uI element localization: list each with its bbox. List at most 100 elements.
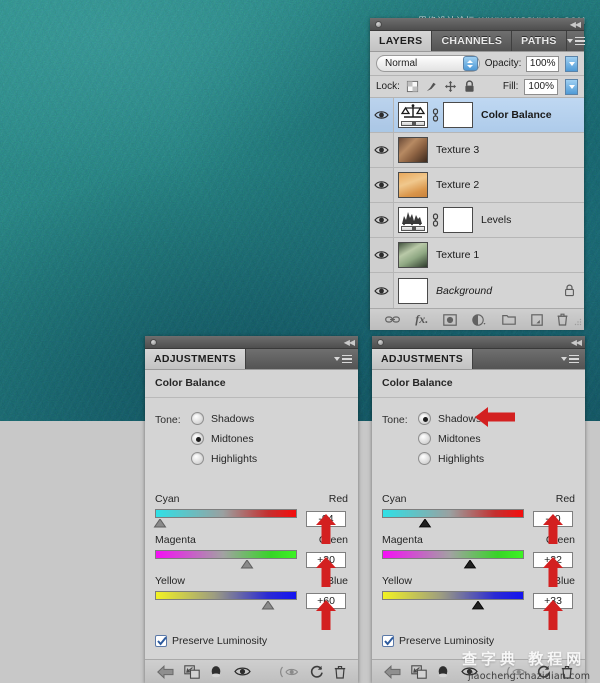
resize-grip-icon[interactable]	[574, 318, 582, 326]
link-mask-icon[interactable]	[431, 108, 440, 122]
slider-track-magenta-green[interactable]	[155, 550, 297, 559]
clip-to-layer-icon[interactable]	[411, 665, 427, 679]
collapse-panel-icon[interactable]: ◀◀	[570, 20, 580, 29]
slider-red-label: Red	[556, 493, 575, 505]
radio-highlights-label: Highlights	[211, 453, 257, 465]
slider-thumb-yellow-blue[interactable]	[262, 601, 275, 610]
slider-thumb-magenta-green[interactable]	[463, 560, 476, 569]
layer-mask-thumbnail[interactable]	[443, 207, 473, 233]
layer-visibility-toggle[interactable]	[370, 203, 394, 237]
tab-channels[interactable]: CHANNELS	[432, 31, 512, 51]
adjustments-right-menu-icon[interactable]	[561, 349, 585, 369]
eye-icon	[374, 145, 389, 155]
radio-midtones[interactable]: Midtones	[191, 432, 257, 445]
layer-thumbnail-levels[interactable]	[398, 207, 428, 233]
slider-track-magenta-green[interactable]	[382, 550, 524, 559]
fill-input[interactable]: 100%	[524, 79, 558, 95]
layer-visibility-toggle[interactable]	[370, 133, 394, 167]
new-layer-icon[interactable]	[531, 314, 543, 326]
new-group-icon[interactable]	[502, 314, 516, 325]
lock-position-icon[interactable]	[444, 80, 457, 93]
layer-visibility-toggle[interactable]	[370, 98, 394, 132]
table-row[interactable]: Texture 2	[370, 168, 584, 203]
layer-thumbnail-color-balance[interactable]	[398, 102, 428, 128]
blend-mode-value: Normal	[385, 58, 417, 69]
slider-track-yellow-blue[interactable]	[382, 591, 524, 600]
chevron-down-icon	[334, 357, 340, 361]
adjustments-left-titlebar[interactable]: ◀◀	[145, 336, 358, 349]
tab-adjustments[interactable]: ADJUSTMENTS	[145, 349, 246, 369]
radio-shadows[interactable]: Shadows	[191, 412, 257, 425]
new-adjustment-layer-icon[interactable]	[472, 314, 487, 326]
layer-thumbnail-texture-3[interactable]	[398, 137, 428, 163]
slider-thumb-cyan-red[interactable]	[154, 519, 167, 528]
blend-mode-row: Normal Opacity: 100%	[370, 52, 584, 76]
preserve-luminosity-row[interactable]: Preserve Luminosity	[382, 635, 494, 647]
table-row[interactable]: Color Balance	[370, 98, 584, 133]
layer-thumbnail-texture-1[interactable]	[398, 242, 428, 268]
radio-highlights[interactable]: Highlights	[418, 452, 484, 465]
preserve-luminosity-row[interactable]: Preserve Luminosity	[155, 635, 267, 647]
opacity-input[interactable]: 100%	[526, 56, 559, 72]
lock-transparent-pixels-icon[interactable]	[406, 80, 419, 93]
preserve-luminosity-checkbox[interactable]	[382, 635, 394, 647]
chevron-down-icon	[567, 39, 573, 43]
opacity-dropdown-icon[interactable]	[565, 56, 578, 72]
collapse-panel-icon[interactable]: ◀◀	[344, 338, 354, 347]
toggle-layer-visibility-icon[interactable]	[210, 665, 222, 679]
layer-mask-thumbnail[interactable]	[443, 102, 473, 128]
view-previous-state-icon[interactable]	[280, 666, 300, 678]
table-row[interactable]: Background	[370, 273, 584, 308]
tab-adjustments[interactable]: ADJUSTMENTS	[372, 349, 473, 369]
layers-panel-titlebar[interactable]: ◀◀	[370, 18, 584, 31]
layer-name: Background	[436, 285, 492, 297]
slider-track-cyan-red[interactable]	[382, 509, 524, 518]
link-layers-icon[interactable]	[385, 314, 400, 325]
clip-to-layer-icon[interactable]	[184, 665, 200, 679]
table-row[interactable]: Levels	[370, 203, 584, 238]
link-mask-icon[interactable]	[431, 213, 440, 227]
tab-layers[interactable]: LAYERS	[370, 31, 432, 51]
adjustments-right-titlebar[interactable]: ◀◀	[372, 336, 585, 349]
radio-highlights[interactable]: Highlights	[191, 452, 257, 465]
layers-panel-body: Normal Opacity: 100% Lock:	[370, 52, 584, 330]
slider-track-cyan-red[interactable]	[155, 509, 297, 518]
reset-adjustment-icon[interactable]	[310, 665, 324, 679]
table-row[interactable]: Texture 3	[370, 133, 584, 168]
slider-track-yellow-blue[interactable]	[155, 591, 297, 600]
fill-dropdown-icon[interactable]	[565, 79, 578, 95]
table-row[interactable]: Texture 1	[370, 238, 584, 273]
add-layer-mask-icon[interactable]	[443, 314, 457, 326]
layer-list: Color Balance Texture 3	[370, 98, 584, 308]
lock-all-icon[interactable]	[463, 80, 476, 93]
collapse-panel-icon[interactable]: ◀◀	[571, 338, 581, 347]
delete-layer-icon[interactable]	[557, 313, 568, 326]
layer-thumbnail-background[interactable]	[398, 278, 428, 304]
layer-visibility-toggle[interactable]	[370, 273, 394, 308]
layer-style-fx-icon[interactable]: fx.	[415, 312, 428, 327]
slider-thumb-cyan-red[interactable]	[419, 519, 432, 528]
layer-visibility-toggle[interactable]	[370, 238, 394, 272]
blend-mode-select[interactable]: Normal	[376, 55, 480, 72]
layer-thumbnail-texture-2[interactable]	[398, 172, 428, 198]
delete-adjustment-icon[interactable]	[334, 665, 346, 679]
adjustments-left-menu-icon[interactable]	[334, 349, 358, 369]
slider-thumb-yellow-blue[interactable]	[472, 601, 485, 610]
tab-adjustments-label: ADJUSTMENTS	[381, 353, 463, 365]
adjustment-type-title: Color Balance	[372, 370, 585, 397]
tab-paths[interactable]: PATHS	[512, 31, 567, 51]
checkmark-icon	[156, 635, 168, 647]
lock-image-pixels-icon[interactable]	[425, 80, 438, 93]
preview-eye-icon[interactable]	[234, 666, 251, 677]
layers-panel-menu-icon[interactable]	[567, 31, 591, 51]
return-to-adjustment-list-icon[interactable]	[384, 665, 401, 679]
return-to-adjustment-list-icon[interactable]	[157, 665, 174, 679]
layer-visibility-toggle[interactable]	[370, 168, 394, 202]
blend-mode-stepper-icon[interactable]	[463, 56, 478, 71]
toggle-layer-visibility-icon[interactable]	[437, 665, 449, 679]
preserve-luminosity-checkbox[interactable]	[155, 635, 167, 647]
tab-layers-label: LAYERS	[379, 35, 422, 47]
radio-button-icon	[191, 412, 204, 425]
radio-midtones[interactable]: Midtones	[418, 432, 484, 445]
slider-thumb-magenta-green[interactable]	[241, 560, 254, 569]
